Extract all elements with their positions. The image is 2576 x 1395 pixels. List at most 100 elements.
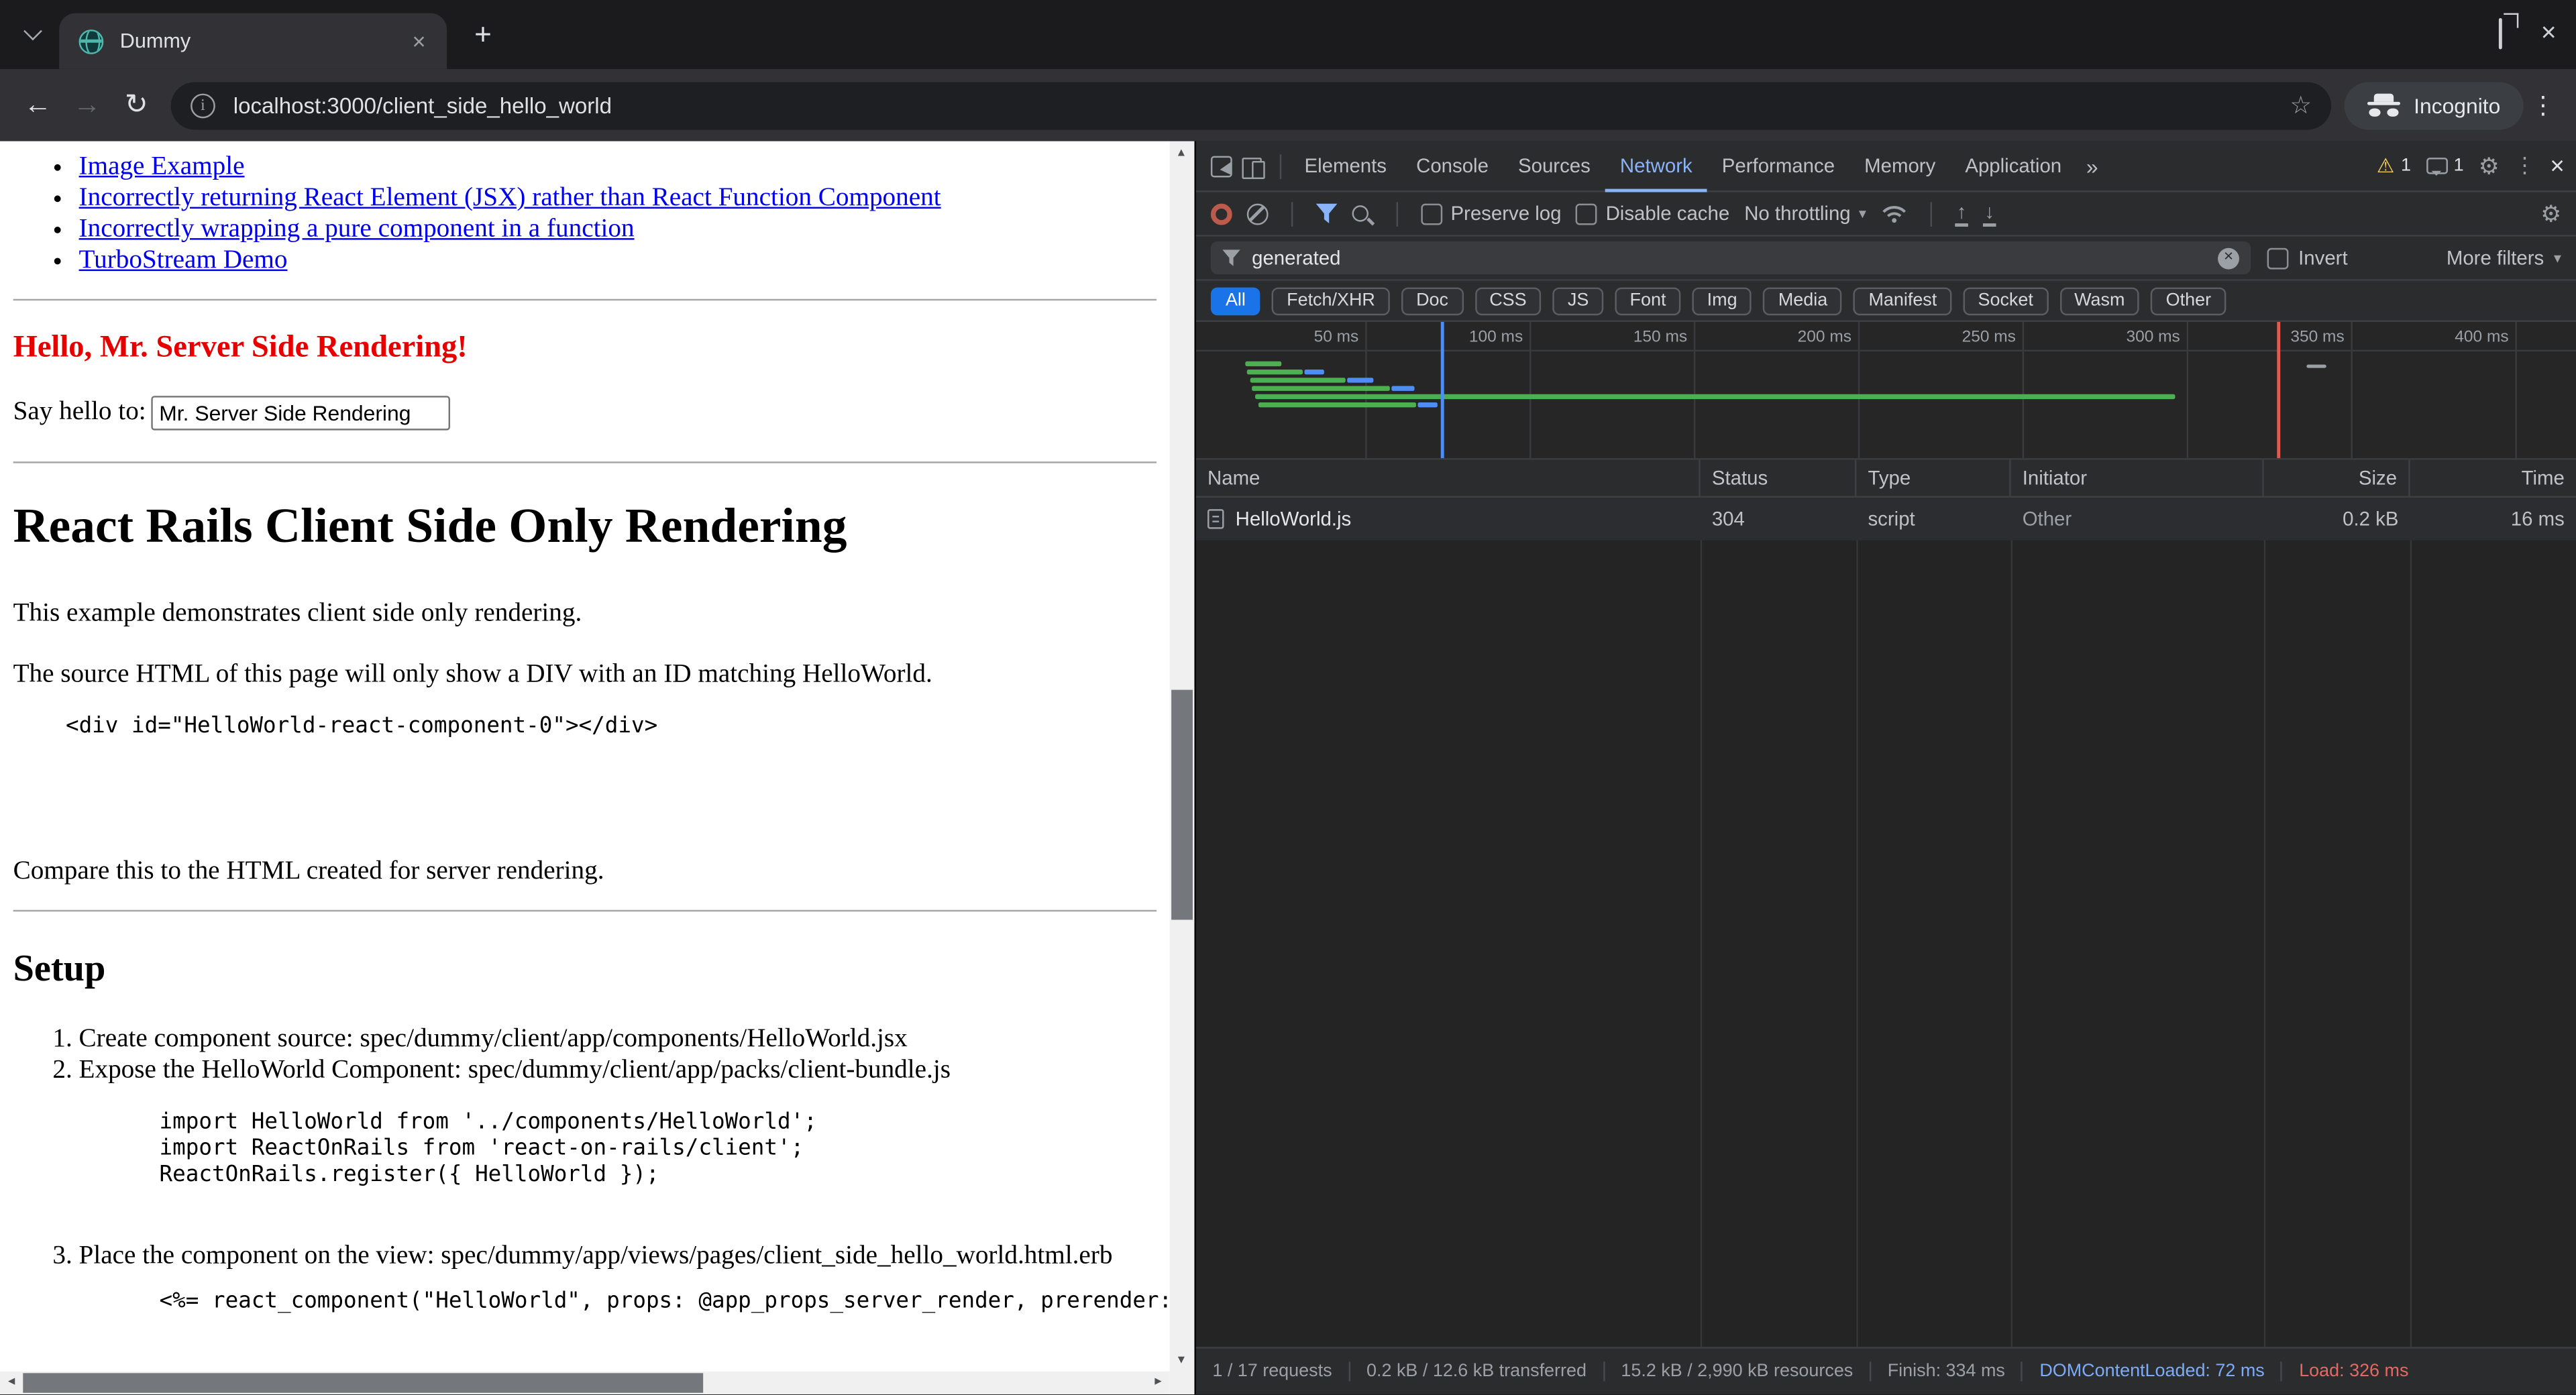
horizontal-scrollbar[interactable]: ◄ ► [0,1371,1170,1394]
filter-input[interactable]: generated × [1211,241,2251,274]
site-info-icon[interactable]: i [191,93,215,117]
transferred-size: 0.2 kB / 12.6 kB transferred [1350,1361,1605,1381]
table-body: HelloWorld.js 304 script Other 0.2 kB 16… [1196,498,2576,1347]
vertical-scroll-thumb[interactable] [1171,690,1193,920]
invert-label: Invert [2298,246,2348,269]
devtools-tab-application[interactable]: Application [1950,140,2076,191]
table-row[interactable]: HelloWorld.js 304 script Other 0.2 kB 16… [1196,498,2576,541]
vertical-scrollbar[interactable]: ▲ ▼ [1170,142,1195,1372]
column-divider [1701,498,1702,1347]
column-header-initiator[interactable]: Initiator [2011,460,2264,496]
horizontal-scroll-thumb[interactable] [23,1372,703,1392]
export-har-icon[interactable]: ↓ [1983,201,1996,226]
warning-count: 1 [2401,156,2411,176]
devtools-tab-network[interactable]: Network [1605,140,1707,191]
divider [13,299,1157,300]
dcl-marker [1441,322,1444,458]
page-pane: Image Example Incorrectly returning Reac… [0,142,1194,1395]
devtools-tab-memory[interactable]: Memory [1849,140,1950,191]
network-conditions-icon[interactable] [1881,204,1907,223]
forward-button[interactable]: → [62,80,111,129]
record-network-log-button[interactable] [1211,203,1232,224]
browser-menu-button[interactable]: ⋮ [2524,80,2563,129]
reload-button[interactable]: ↻ [112,80,161,129]
request-time-cell: 16 ms [2410,498,2576,541]
restore-button[interactable] [2498,19,2502,49]
back-button[interactable]: ← [13,80,62,129]
warning-icon[interactable]: ⚠ [2377,154,2394,177]
filter-chip-doc[interactable]: Doc [1401,286,1463,315]
timeline-tick-label: 350 ms [2246,329,2345,347]
filter-chip-js[interactable]: JS [1553,286,1604,315]
timeline-tick-label: 200 ms [1753,329,1851,347]
url-bar[interactable]: i localhost:3000/client_side_hello_world… [171,81,2332,129]
list-item: Incorrectly wrapping a pure component in… [79,213,1157,245]
name-input[interactable] [151,396,450,430]
preserve-log-checkbox[interactable] [1421,203,1442,224]
message-count: 1 [2454,156,2464,176]
column-header-size[interactable]: Size [2264,460,2410,496]
devtools-settings-icon[interactable]: ⚙ [2479,152,2500,180]
scroll-down-arrow[interactable]: ▼ [1170,1349,1193,1372]
devtools-close-icon[interactable]: × [2550,152,2564,180]
scroll-up-arrow[interactable]: ▲ [1170,142,1193,164]
setup-step-text: Place the component on the view: spec/du… [79,1241,1113,1270]
search-icon[interactable] [1352,205,1368,221]
devtools-tab-performance[interactable]: Performance [1707,140,1849,191]
filter-query[interactable]: generated [1252,246,2206,269]
network-settings-icon[interactable]: ⚙ [2540,200,2561,228]
request-name-cell[interactable]: HelloWorld.js [1196,498,1701,541]
console-message-icon[interactable] [2426,158,2447,174]
new-tab-button[interactable]: + [465,16,501,52]
filter-chip-img[interactable]: Img [1693,286,1752,315]
column-header-name[interactable]: Name [1196,460,1701,496]
window-close-button[interactable]: × [2541,21,2557,48]
url-text[interactable]: localhost:3000/client_side_hello_world [233,93,2290,117]
more-panels-icon[interactable]: » [2076,154,2108,178]
tab-search-button[interactable] [15,16,51,52]
scroll-left-arrow[interactable]: ◄ [0,1371,23,1394]
page-link[interactable]: TurboStream Demo [79,246,288,274]
filter-chip-font[interactable]: Font [1615,286,1681,315]
filter-chip-css[interactable]: CSS [1474,286,1541,315]
timeline-tick-label: 400 ms [2410,329,2509,347]
inspect-element-icon[interactable] [1211,155,1232,176]
more-filters-dropdown[interactable]: More filters ▾ [2447,246,2561,269]
column-header-time[interactable]: Time [2410,460,2576,496]
filter-chip-socket[interactable]: Socket [1963,286,2047,315]
filter-chip-other[interactable]: Other [2151,286,2226,315]
column-header-status[interactable]: Status [1701,460,1857,496]
clear-network-log-icon[interactable] [1247,203,1269,224]
filter-chip-manifest[interactable]: Manifest [1854,286,1951,315]
page-content: Image Example Incorrectly returning Reac… [0,142,1170,1372]
page-title: React Rails Client Side Only Rendering [13,498,1157,557]
import-har-icon[interactable]: ↑ [1955,201,1968,226]
column-header-type[interactable]: Type [1856,460,2010,496]
filter-icon[interactable] [1316,204,1338,223]
browser-tab[interactable]: Dummy × [59,13,447,69]
device-toolbar-icon[interactable] [1242,155,1265,176]
scroll-right-arrow[interactable]: ► [1146,1371,1169,1394]
clear-filter-icon[interactable]: × [2218,247,2239,269]
page-link[interactable]: Incorrectly wrapping a pure component in… [79,215,635,243]
filter-chip-wasm[interactable]: Wasm [2059,286,2139,315]
filter-chip-all[interactable]: All [1211,286,1260,315]
devtools-menu-icon[interactable]: ⋮ [2514,153,2536,179]
tab-close-icon[interactable]: × [404,26,433,56]
network-toolbar: Preserve log Disable cache No throttling… [1196,192,2576,237]
disable-cache-checkbox[interactable] [1576,203,1597,224]
code-snippet: <div id="HelloWorld-react-component-0"><… [13,714,1157,740]
filter-chip-fetchxhr[interactable]: Fetch/XHR [1272,286,1390,315]
timeline-tick-label: 300 ms [2082,329,2180,347]
network-overview[interactable]: 50 ms100 ms150 ms200 ms250 ms300 ms350 m… [1196,322,2576,460]
waterfall-bar [1304,370,1324,374]
throttling-dropdown[interactable]: No throttling ▾ [1744,202,1866,225]
devtools-tab-console[interactable]: Console [1401,140,1503,191]
page-link[interactable]: Incorrectly returning React Element (JSX… [79,184,941,212]
devtools-tab-elements[interactable]: Elements [1289,140,1401,191]
bookmark-star-icon[interactable]: ☆ [2290,91,2312,120]
page-link[interactable]: Image Example [79,153,245,181]
devtools-tab-sources[interactable]: Sources [1503,140,1605,191]
filter-chip-media[interactable]: Media [1764,286,1842,315]
invert-checkbox[interactable] [2267,247,2289,269]
